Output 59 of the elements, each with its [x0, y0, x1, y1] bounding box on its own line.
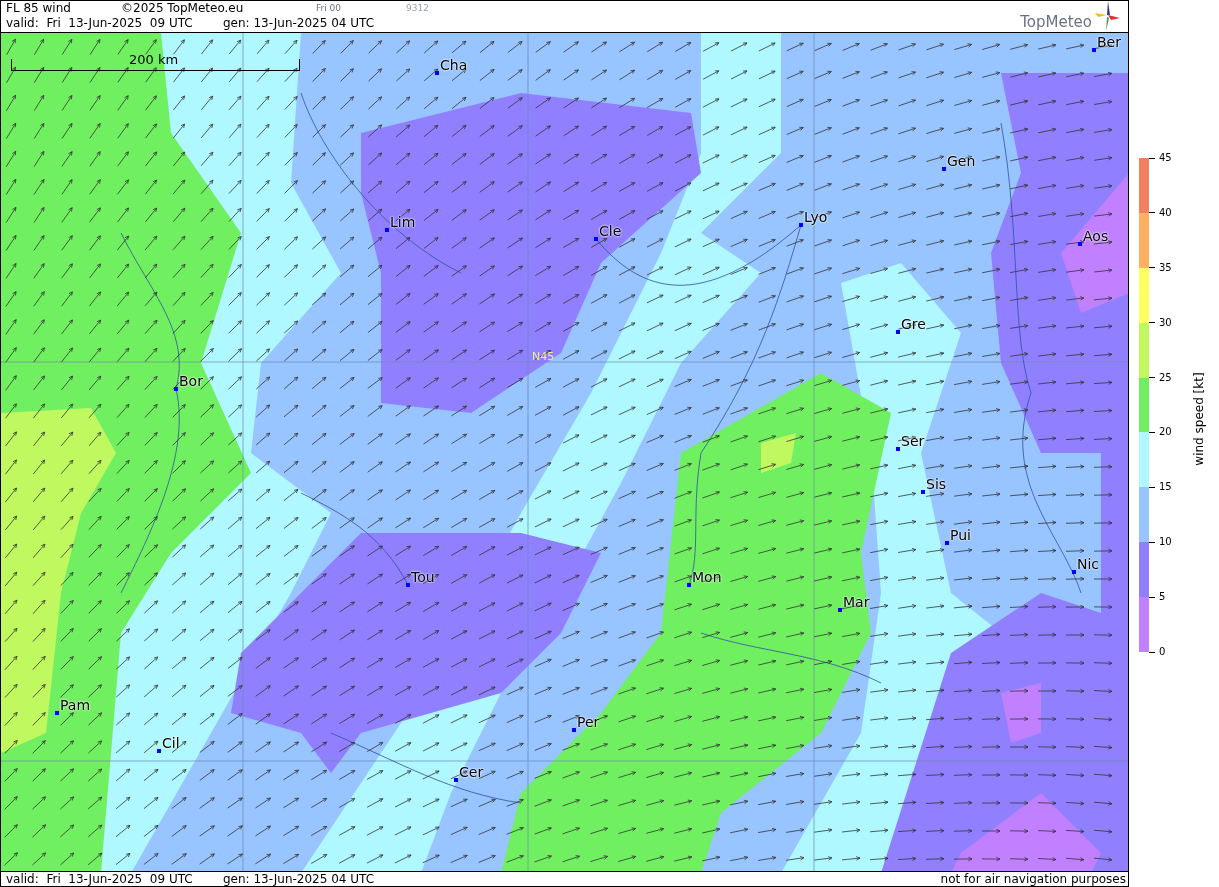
city-marker [1078, 242, 1082, 246]
city-marker [921, 490, 925, 494]
city-marker [942, 167, 946, 171]
city-label: Cil [162, 735, 180, 751]
city-marker [454, 778, 458, 782]
city-marker [594, 237, 598, 241]
city-label: Sis [926, 476, 947, 492]
city-label: Mon [692, 569, 722, 585]
city-marker [799, 223, 803, 227]
city-label: Cle [599, 223, 622, 239]
legend-tick-label: 30 [1159, 316, 1172, 329]
city-label: Pui [950, 527, 971, 543]
city-label: Bor [179, 373, 203, 389]
generated-time: gen: 13-Jun-2025 04 UTC [223, 872, 375, 886]
city-marker [406, 583, 410, 587]
legend-tick-label: 35 [1159, 261, 1172, 274]
city-marker [174, 387, 178, 391]
city-label: Cer [459, 764, 484, 780]
generated-time: gen: 13-Jun-2025 04 UTC [223, 16, 375, 31]
run-label: Fri 00 [316, 2, 343, 15]
legend-tick-label: 5 [1159, 591, 1166, 604]
valid-time: valid: Fri 13-Jun-2025 09 UTC [6, 872, 194, 886]
legend-tick-label: 40 [1159, 206, 1172, 219]
city-marker [687, 583, 691, 587]
city-marker [896, 447, 900, 451]
city-marker [1072, 570, 1076, 574]
city-marker [1092, 48, 1096, 52]
city-label: Lim [390, 214, 416, 230]
disclaimer-text: not for air navigation purposes [940, 872, 1127, 886]
valid-time: valid: Fri 13-Jun-2025 09 UTC [6, 16, 194, 31]
city-marker [435, 71, 439, 75]
city-label: Ber [1097, 34, 1121, 50]
code-label: 9312 [406, 2, 429, 15]
city-label: Lyo [804, 209, 828, 225]
city-marker [838, 608, 842, 612]
city-label: Cha [440, 57, 468, 73]
city-label: Aos [1083, 228, 1109, 244]
city-marker [385, 228, 389, 232]
map-title: FL 85 wind [6, 1, 72, 16]
city-label: Ser [901, 433, 925, 449]
legend-tick-label: 25 [1159, 371, 1172, 384]
city-label: Tou [411, 569, 435, 585]
city-label: Gre [901, 316, 926, 332]
copyright-text: ©2025 TopMeteo.eu [121, 1, 245, 16]
legend-tick-label: 15 [1159, 481, 1172, 494]
city-label: Pam [60, 697, 91, 713]
city-marker [896, 330, 900, 334]
city-label: Nic [1077, 556, 1100, 572]
city-marker [157, 749, 161, 753]
legend-tick-label: 10 [1159, 536, 1172, 549]
legend-tick-label: 0 [1159, 646, 1166, 658]
city-marker [572, 728, 576, 732]
legend-tick-label: 45 [1159, 152, 1172, 164]
legend-title: wind speed [kt] [1191, 371, 1207, 468]
city-marker [55, 711, 59, 715]
city-marker [945, 541, 949, 545]
city-label: Gen [947, 153, 976, 169]
legend-tick-label: 20 [1159, 426, 1172, 439]
logo-text: TopMeteo [1020, 13, 1092, 31]
